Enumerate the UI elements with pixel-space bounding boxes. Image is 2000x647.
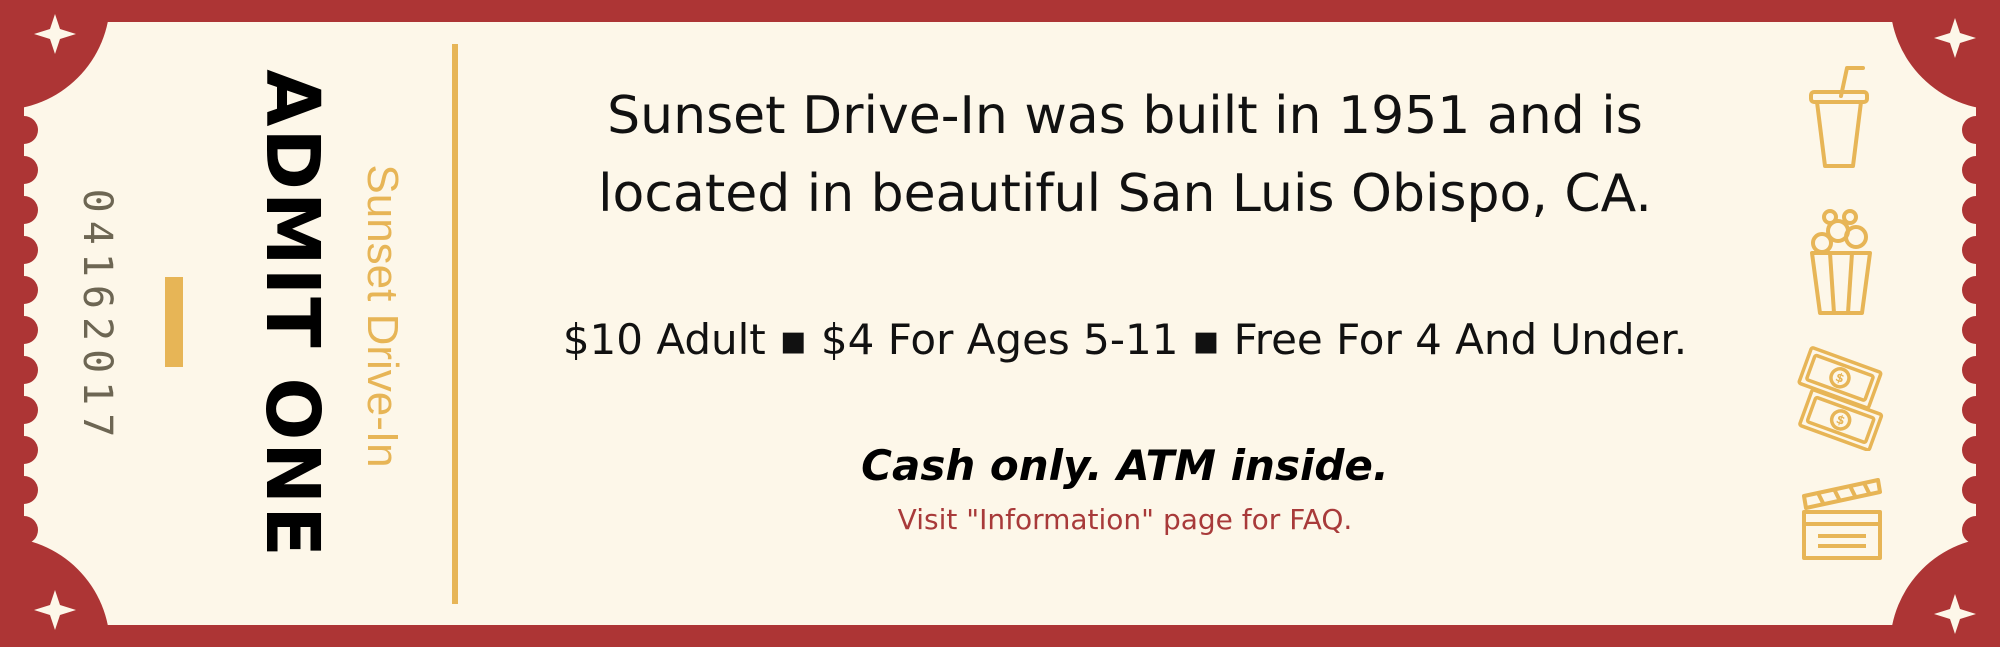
venue-name: Sunset Drive-In xyxy=(358,164,407,468)
ticket-serial-number: 04162017 xyxy=(74,188,120,446)
description-line-2: located in beautiful San Luis Obispo, CA… xyxy=(598,164,1652,224)
svg-text:$: $ xyxy=(1834,370,1847,386)
money-icon: $ $ xyxy=(1797,346,1884,451)
soda-cup-icon xyxy=(1809,66,1869,168)
popcorn-icon xyxy=(1810,209,1872,315)
description-line-1: Sunset Drive-In was built in 1951 and is xyxy=(607,86,1643,146)
cash-only-note: Cash only. ATM inside. xyxy=(861,441,1389,490)
svg-text:$: $ xyxy=(1834,412,1847,428)
admission-ticket: 04162017 ADMIT ONE Sunset Drive-In Sunse… xyxy=(0,0,2000,647)
admit-one-label: ADMIT ONE xyxy=(249,69,335,559)
faq-note: Visit "Information" page for FAQ. xyxy=(897,503,1353,536)
price-list: $10 Adult ▪ $4 For Ages 5-11 ▪ Free For … xyxy=(562,315,1688,364)
ticket-divider xyxy=(452,44,458,604)
serial-accent-bar xyxy=(165,277,183,367)
clapperboard-icon xyxy=(1802,478,1882,560)
